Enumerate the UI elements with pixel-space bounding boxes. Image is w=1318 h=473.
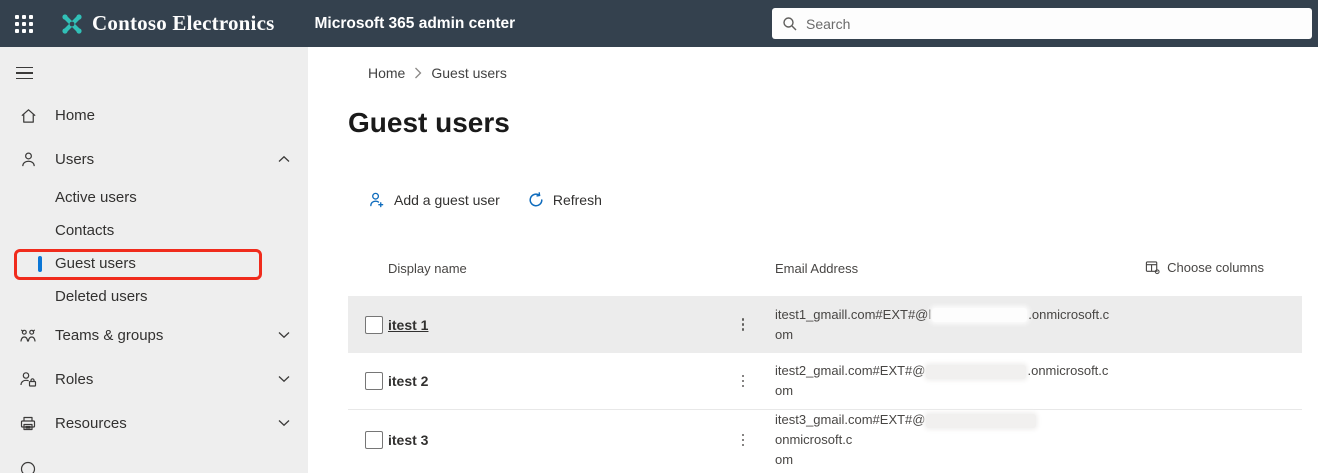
table-row[interactable]: itest 2 itest2_gmail.com#EXT#@ .onmicroso… [348, 353, 1302, 410]
refresh-icon [528, 191, 544, 208]
nav-collapse-icon[interactable] [16, 61, 56, 85]
sidebar-item-label: Contacts [55, 222, 115, 239]
table-row[interactable]: itest 1 itest1_gmaill.com#EXT#@l .onmicro… [348, 296, 1302, 353]
display-name-link[interactable]: itest 1 [388, 317, 735, 333]
search-icon [782, 16, 798, 32]
contoso-logo-icon [60, 12, 84, 36]
topbar: Contoso Electronics Microsoft 365 admin … [0, 0, 1318, 47]
sidebar-item-label: Teams & groups [55, 326, 164, 344]
person-lock-icon [18, 369, 38, 389]
resources-icon [18, 413, 38, 433]
teams-groups-icon [18, 325, 38, 345]
display-name-link[interactable]: itest 2 [388, 373, 735, 389]
breadcrumb-home-link[interactable]: Home [368, 65, 405, 81]
app-launcher-waffle-icon[interactable] [0, 0, 48, 47]
refresh-label: Refresh [552, 191, 602, 208]
chevron-down-icon [278, 331, 290, 339]
sidebar-item-roles[interactable]: Roles [0, 357, 308, 401]
sidebar-item-guest-users[interactable]: Guest users [0, 247, 308, 280]
choose-columns-button[interactable]: Choose columns [1145, 260, 1302, 275]
sidebar-item-contacts[interactable]: Contacts [0, 214, 308, 247]
email-cell: itest2_gmail.com#EXT#@ .onmicrosoft.c om [775, 363, 1109, 398]
app-title: Microsoft 365 admin center [314, 14, 516, 32]
waffle-grid-icon [15, 14, 33, 33]
email-cell: itest1_gmaill.com#EXT#@l .onmicrosoft.c o… [775, 306, 1110, 342]
sidebar-item-label: Home [55, 106, 96, 124]
page-title: Guest users [348, 107, 510, 138]
sidebar-item-home[interactable]: Home [0, 93, 308, 137]
choose-columns-icon [1145, 260, 1160, 275]
chevron-down-icon [278, 419, 290, 427]
person-add-icon [368, 191, 385, 208]
redacted-text [926, 364, 1027, 379]
row-more-actions-icon[interactable] [735, 433, 751, 447]
sidebar-item-deleted-users[interactable]: Deleted users [0, 280, 308, 313]
brand-name: Contoso Electronics [92, 11, 275, 35]
add-guest-user-label: Add a guest user [394, 191, 500, 208]
brand: Contoso Electronics [60, 11, 275, 36]
main-content: Home Guest users Guest users Add a guest… [308, 47, 1318, 473]
guest-users-table: Display name Email Address Choose column… [348, 254, 1302, 467]
breadcrumb: Home Guest users [368, 65, 1318, 81]
add-guest-user-button[interactable]: Add a guest user [368, 191, 500, 208]
choose-columns-label: Choose columns [1167, 260, 1264, 275]
table-header-row: Display name Email Address Choose column… [348, 254, 1302, 296]
global-search[interactable] [772, 8, 1312, 39]
row-more-actions-icon[interactable] [735, 374, 751, 388]
chevron-down-icon [278, 375, 290, 383]
sidebar-item-label: Resources [55, 414, 127, 432]
email-cell: itest3_gmail.com#EXT#@onmicrosoft.c om [775, 410, 1110, 470]
column-header-email[interactable]: Email Address [775, 260, 1110, 278]
sidebar-item-users[interactable]: Users [0, 137, 308, 181]
sidebar-item-label: Deleted users [55, 288, 148, 305]
selected-indicator-bar [38, 255, 42, 272]
sidebar-item-resources[interactable]: Resources [0, 401, 308, 445]
sidebar-item-label: Active users [55, 189, 137, 206]
person-icon [18, 149, 38, 169]
sidebar-item-partial[interactable] [0, 445, 308, 473]
chevron-right-icon [414, 67, 422, 79]
home-icon [18, 105, 38, 125]
refresh-button[interactable]: Refresh [528, 192, 602, 208]
display-name-link[interactable]: itest 3 [388, 432, 735, 448]
chevron-up-icon [278, 155, 290, 163]
sidebar-item-label: Users [55, 150, 95, 168]
table-row[interactable]: itest 3 itest3_gmail.com#EXT#@onmicrosof… [348, 410, 1302, 467]
row-checkbox[interactable] [365, 372, 383, 390]
sidebar-item-active-users[interactable]: Active users [0, 181, 308, 214]
partial-circle-icon [18, 457, 38, 473]
breadcrumb-current: Guest users [431, 65, 507, 81]
sidebar-item-label: Roles [55, 370, 94, 388]
row-checkbox[interactable] [365, 315, 383, 334]
row-more-actions-icon[interactable] [735, 318, 751, 331]
column-header-display-name[interactable]: Display name [388, 260, 735, 278]
sidebar-item-teams-groups[interactable]: Teams & groups [0, 313, 308, 357]
redacted-text [932, 308, 1028, 323]
toolbar: Add a guest user Refresh [368, 191, 1318, 208]
sidebar-item-label: Guest users [55, 255, 136, 272]
sidebar: Home Users Active users Contacts Guest u… [0, 47, 308, 473]
row-checkbox[interactable] [365, 431, 383, 449]
search-input[interactable] [806, 15, 1302, 32]
redacted-text [926, 413, 1037, 428]
